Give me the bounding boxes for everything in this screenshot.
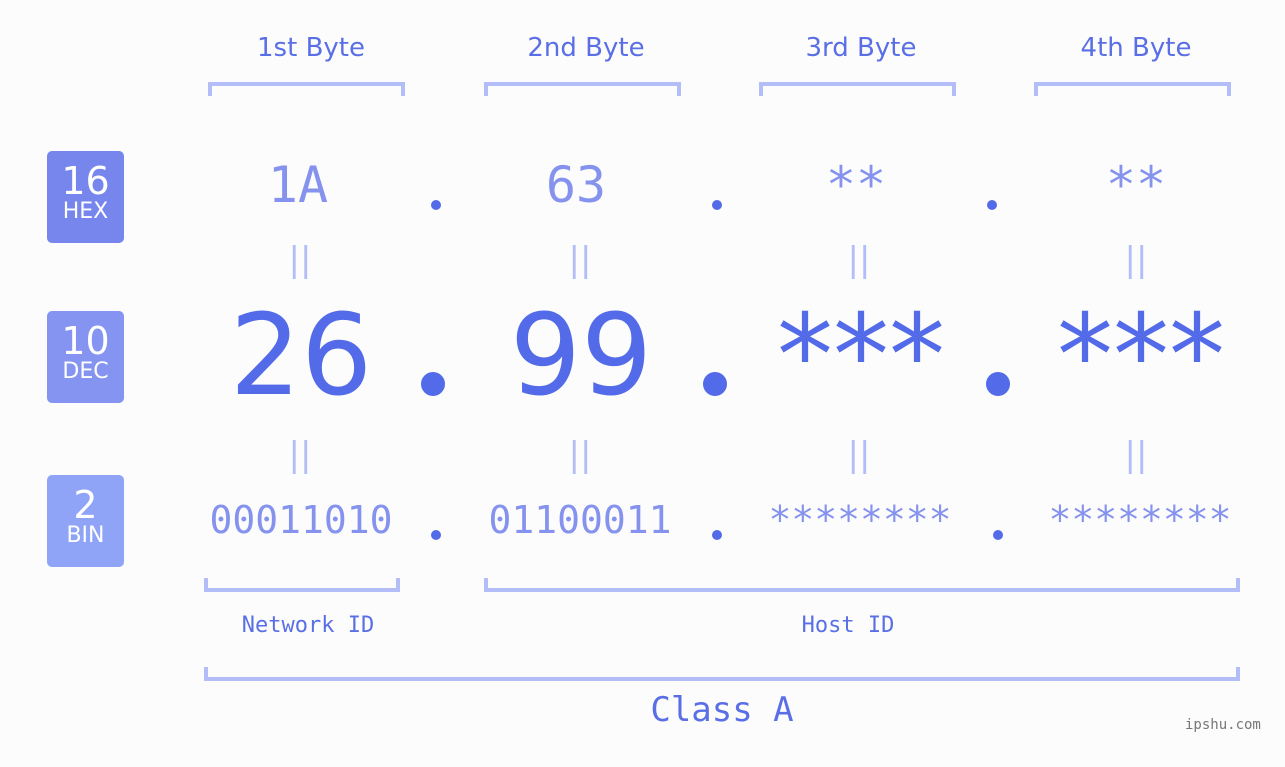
network-id-bracket xyxy=(204,578,400,592)
equals-icon: || xyxy=(1124,240,1148,280)
hex-byte-1: 1A xyxy=(267,156,329,214)
network-id-label: Network ID xyxy=(241,613,375,638)
dec-badge: 10 DEC xyxy=(47,311,124,403)
dec-byte-1: 26 xyxy=(229,291,373,421)
dec-label: DEC xyxy=(62,359,109,384)
bin-separator-dot xyxy=(431,530,441,540)
dec-byte-2: 99 xyxy=(509,291,653,421)
byte-bracket-1 xyxy=(208,82,405,96)
hex-byte-2: 63 xyxy=(545,156,607,214)
equals-icon: || xyxy=(288,435,312,475)
dec-byte-3: *** xyxy=(777,291,945,421)
bin-label: BIN xyxy=(66,523,105,548)
bin-badge: 2 BIN xyxy=(47,475,124,567)
byte-bracket-2 xyxy=(484,82,681,96)
equals-icon: || xyxy=(847,435,871,475)
byte-header-1: 1st Byte xyxy=(257,33,365,63)
hex-separator-dot xyxy=(712,200,722,210)
hex-separator-dot xyxy=(987,200,997,210)
bin-byte-1: 00011010 xyxy=(209,498,393,542)
equals-icon: || xyxy=(847,240,871,280)
watermark: ipshu.com xyxy=(1185,717,1261,733)
host-id-bracket xyxy=(484,578,1240,592)
bin-byte-2: 01100011 xyxy=(488,498,672,542)
bin-base: 2 xyxy=(73,483,98,527)
dec-separator-dot xyxy=(421,372,445,396)
dec-separator-dot xyxy=(703,372,727,396)
hex-byte-4: ** xyxy=(1105,156,1167,214)
equals-icon: || xyxy=(568,240,592,280)
bin-byte-4: ******** xyxy=(1048,498,1232,542)
bin-separator-dot xyxy=(993,530,1003,540)
hex-byte-3: ** xyxy=(825,156,887,214)
byte-bracket-4 xyxy=(1034,82,1231,96)
equals-icon: || xyxy=(288,240,312,280)
class-bracket xyxy=(204,667,1240,681)
bin-separator-dot xyxy=(712,530,722,540)
dec-separator-dot xyxy=(986,372,1010,396)
hex-badge: 16 HEX xyxy=(47,151,124,243)
dec-base: 10 xyxy=(61,319,110,363)
host-id-label: Host ID xyxy=(801,613,895,638)
byte-header-3: 3rd Byte xyxy=(805,33,917,63)
equals-icon: || xyxy=(1124,435,1148,475)
hex-base: 16 xyxy=(61,159,110,203)
dec-byte-4: *** xyxy=(1057,291,1225,421)
hex-label: HEX xyxy=(62,199,109,224)
hex-separator-dot xyxy=(431,200,441,210)
bin-byte-3: ******** xyxy=(768,498,952,542)
byte-header-2: 2nd Byte xyxy=(527,33,645,63)
byte-header-4: 4th Byte xyxy=(1080,33,1192,63)
byte-bracket-3 xyxy=(759,82,956,96)
equals-icon: || xyxy=(568,435,592,475)
ip-class-label: Class A xyxy=(650,690,794,730)
